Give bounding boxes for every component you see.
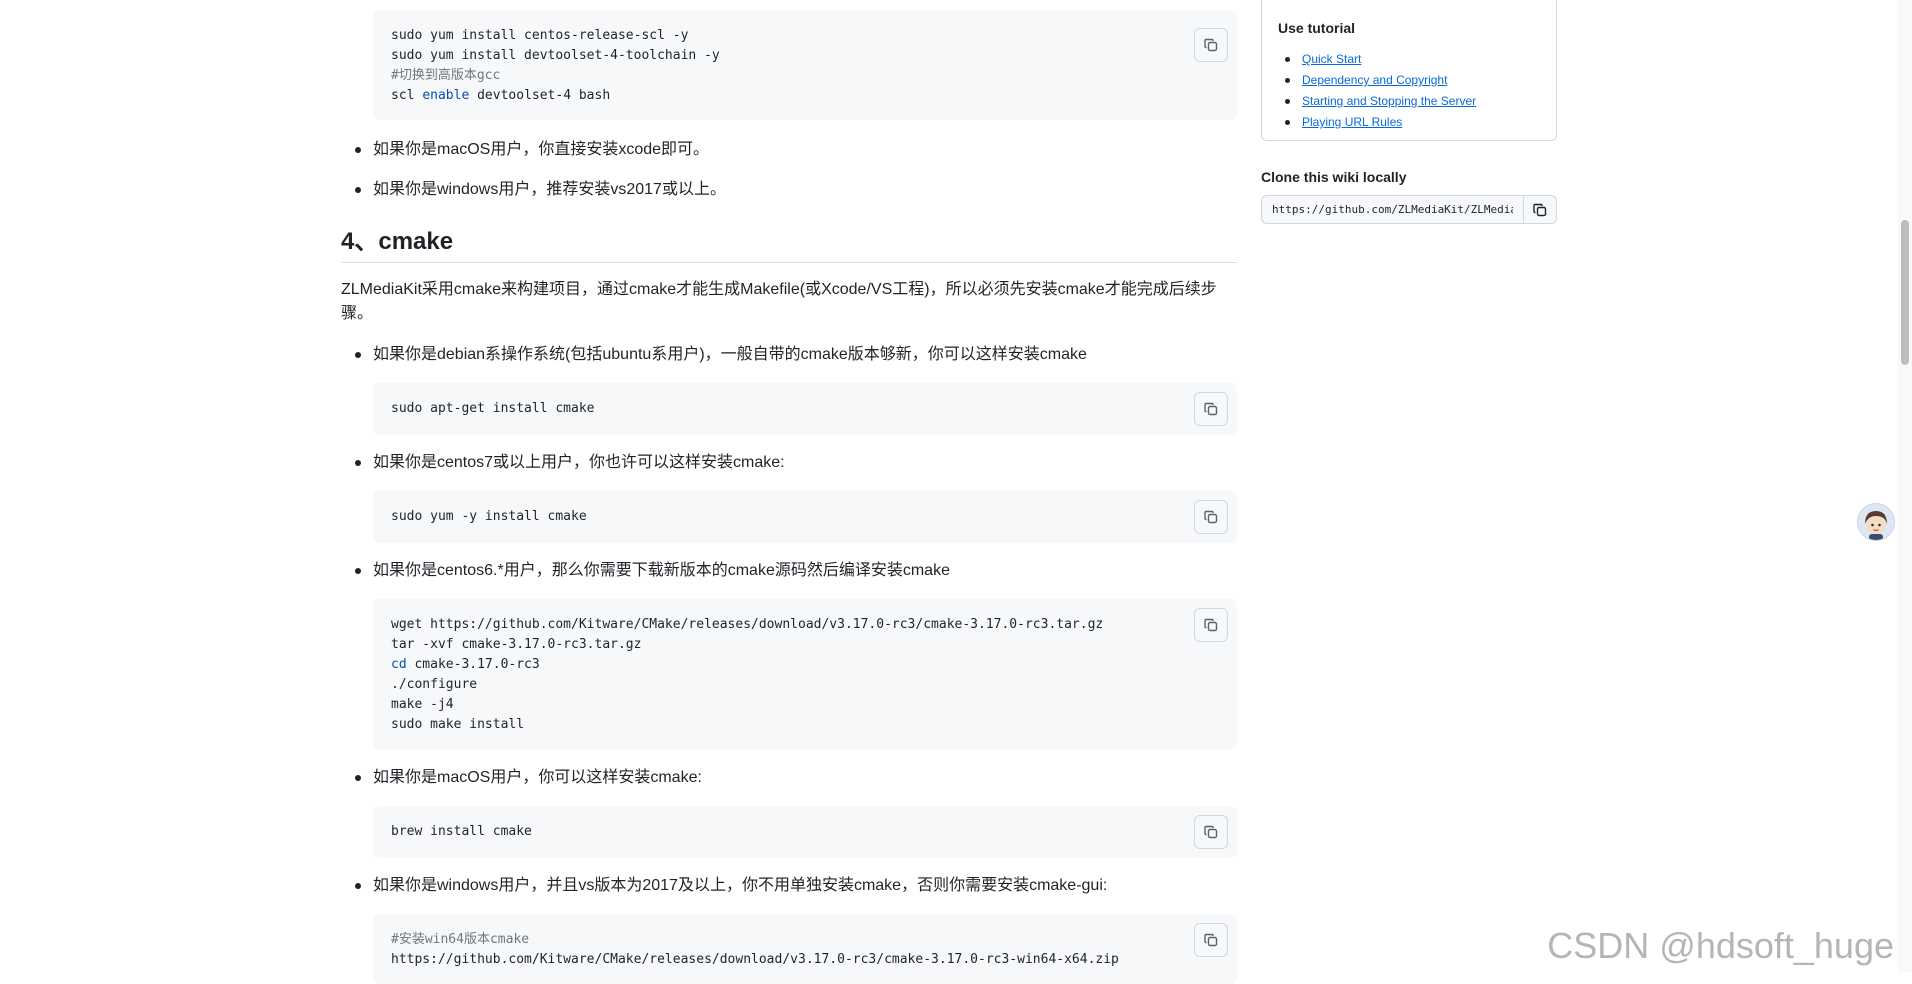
link-playing-url-rules[interactable]: Playing URL Rules xyxy=(1302,115,1402,129)
tutorial-list-item: Starting and Stopping the Server xyxy=(1282,91,1476,112)
code-text: scl xyxy=(391,88,423,103)
bullet-dot xyxy=(355,352,361,358)
copy-code-button[interactable] xyxy=(1194,28,1228,62)
code-text: devtoolset-4 bash xyxy=(469,88,611,103)
use-tutorial-box: Use tutorial Quick Start Dependency and … xyxy=(1261,0,1557,141)
code-block-centos7: sudo yum -y install cmake xyxy=(373,491,1237,543)
assistant-avatar-icon[interactable] xyxy=(1857,503,1895,541)
tutorial-list-item: Quick Start xyxy=(1282,49,1476,70)
list-item: 如果你是windows用户，并且vs版本为2017及以上，你不用单独安装cmak… xyxy=(355,874,1108,898)
code-line: sudo yum -y install cmake xyxy=(391,509,587,524)
list-item: 如果你是centos6.*用户，那么你需要下载新版本的cmake源码然后编译安装… xyxy=(355,559,950,583)
copy-icon xyxy=(1204,402,1218,416)
copy-icon xyxy=(1204,825,1218,839)
list-item-text: 如果你是centos7或以上用户，你也许可以这样安装cmake: xyxy=(373,454,785,471)
link-start-stop-server[interactable]: Starting and Stopping the Server xyxy=(1302,94,1476,108)
avatar-face-icon xyxy=(1865,511,1887,540)
code-line: scl enable devtoolset-4 bash xyxy=(391,86,1219,106)
code-line: https://github.com/Kitware/CMake/release… xyxy=(391,952,1119,967)
bullet-dot xyxy=(355,460,361,466)
copy-icon xyxy=(1204,510,1218,524)
list-item-text: 如果你是debian系操作系统(包括ubuntu系用户)，一般自带的cmake版… xyxy=(373,346,1087,363)
code-block-devtoolset: sudo yum install centos-release-scl -y s… xyxy=(373,10,1237,120)
copy-code-button[interactable] xyxy=(1194,608,1228,642)
code-comment: #安装win64版本cmake xyxy=(391,932,530,947)
list-item-text: 如果你是windows用户，并且vs版本为2017及以上，你不用单独安装cmak… xyxy=(373,877,1108,894)
copy-code-button[interactable] xyxy=(1194,815,1228,849)
list-item-text: 如果你是centos6.*用户，那么你需要下载新版本的cmake源码然后编译安装… xyxy=(373,562,950,579)
code-line: brew install cmake xyxy=(391,824,532,839)
bullet-dot xyxy=(355,568,361,574)
bullet-dot xyxy=(355,147,361,153)
list-item-text: 如果你是macOS用户，你可以这样安装cmake: xyxy=(373,769,702,786)
tutorial-links: Quick Start Dependency and Copyright Sta… xyxy=(1282,49,1476,133)
bullet-dot xyxy=(355,187,361,193)
list-item: 如果你是macOS用户，你直接安装xcode即可。 xyxy=(355,138,710,162)
tutorial-list-item: Dependency and Copyright xyxy=(1282,70,1476,91)
code-line: tar -xvf cmake-3.17.0-rc3.tar.gz xyxy=(391,637,642,652)
list-item-text: 如果你是macOS用户，你直接安装xcode即可。 xyxy=(373,141,710,158)
code-keyword: enable xyxy=(422,88,470,103)
code-block-windows: #安装win64版本cmake https://github.com/Kitwa… xyxy=(373,914,1237,984)
code-line: sudo apt-get install cmake xyxy=(391,401,595,416)
code-block-centos6: wget https://github.com/Kitware/CMake/re… xyxy=(373,599,1237,749)
code-text: cmake-3.17.0-rc3 xyxy=(406,657,540,672)
clone-wiki-title: Clone this wiki locally xyxy=(1261,169,1407,185)
code-comment: #切换到高版本gcc xyxy=(391,68,501,83)
copy-code-button[interactable] xyxy=(1194,392,1228,426)
tutorial-list-item: Playing URL Rules xyxy=(1282,112,1476,133)
page-scrollbar[interactable] xyxy=(1898,0,1912,972)
copy-code-button[interactable] xyxy=(1194,923,1228,957)
code-block-macos: brew install cmake xyxy=(373,806,1237,858)
copy-icon xyxy=(1204,618,1218,632)
code-block-debian: sudo apt-get install cmake xyxy=(373,383,1237,435)
code-line: cd cmake-3.17.0-rc3 xyxy=(391,655,1219,675)
bullet-dot xyxy=(355,775,361,781)
copy-clone-url-button[interactable] xyxy=(1523,195,1557,224)
tutorial-title: Use tutorial xyxy=(1278,20,1356,36)
list-item: 如果你是debian系操作系统(包括ubuntu系用户)，一般自带的cmake版… xyxy=(355,343,1087,367)
csdn-watermark: CSDN @hdsoft_huge xyxy=(1547,925,1894,966)
code-line: sudo yum install centos-release-scl -y xyxy=(391,28,689,43)
code-line: wget https://github.com/Kitware/CMake/re… xyxy=(391,617,1104,632)
section-heading: 4、cmake xyxy=(341,224,1237,263)
copy-code-button[interactable] xyxy=(1194,500,1228,534)
code-keyword: cd xyxy=(391,657,407,672)
list-item: 如果你是centos7或以上用户，你也许可以这样安装cmake: xyxy=(355,451,785,475)
code-line: ./configure xyxy=(391,677,478,692)
copy-icon xyxy=(1204,933,1218,947)
link-dependency-copyright[interactable]: Dependency and Copyright xyxy=(1302,73,1447,87)
link-quick-start[interactable]: Quick Start xyxy=(1302,52,1361,66)
scrollbar-thumb[interactable] xyxy=(1901,220,1909,365)
code-line: sudo make install xyxy=(391,717,525,732)
copy-icon xyxy=(1204,38,1218,52)
list-item-text: 如果你是windows用户，推荐安装vs2017或以上。 xyxy=(373,181,726,198)
clone-url-input[interactable] xyxy=(1261,195,1523,224)
code-line: sudo yum install devtoolset-4-toolchain … xyxy=(391,48,720,63)
bullet-dot xyxy=(355,883,361,889)
list-item: 如果你是macOS用户，你可以这样安装cmake: xyxy=(355,766,702,790)
section-intro: ZLMediaKit采用cmake来构建项目，通过cmake才能生成Makefi… xyxy=(341,281,1217,322)
copy-icon xyxy=(1533,203,1547,216)
list-item: 如果你是windows用户，推荐安装vs2017或以上。 xyxy=(355,178,726,202)
code-line: make -j4 xyxy=(391,697,454,712)
